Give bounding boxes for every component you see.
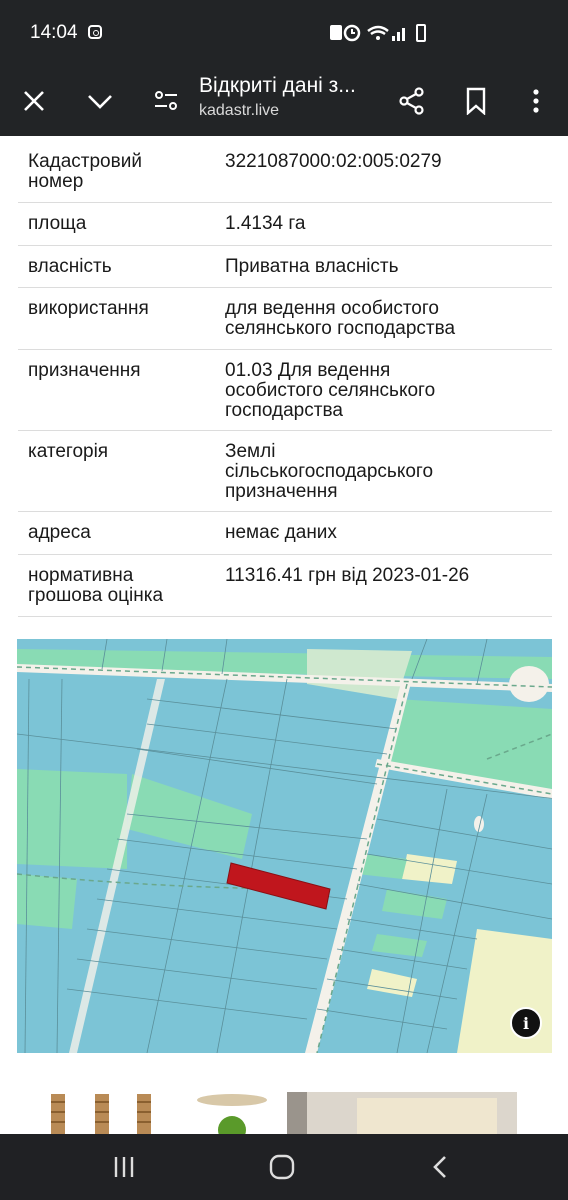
- parcel-info-table: Кадастровий номер 3221087000:02:005:0279…: [18, 140, 552, 617]
- instagram-icon: [88, 25, 102, 39]
- recent-apps-icon[interactable]: [84, 1134, 164, 1200]
- row-key: адреса: [28, 522, 91, 543]
- row-value: 01.03 Для ведення особистого селянського…: [225, 360, 436, 421]
- table-row: призначення 01.03 Для ведення особистого…: [18, 350, 552, 431]
- row-value: 11316.41 грн від 2023-01-26: [225, 565, 470, 586]
- share-icon[interactable]: [382, 66, 442, 136]
- row-key: призначення: [28, 360, 141, 381]
- home-icon[interactable]: [242, 1134, 322, 1200]
- bookmark-icon[interactable]: [446, 66, 506, 136]
- row-value: Приватна власність: [225, 256, 399, 277]
- row-key: власність: [28, 256, 112, 277]
- alarm-icon: [330, 22, 470, 49]
- page-url[interactable]: kadastr.live: [199, 102, 279, 120]
- back-icon[interactable]: [400, 1134, 480, 1200]
- browser-toolbar: Відкриті дані з... kadastr.live: [0, 66, 568, 136]
- status-bar: 14:04: [0, 0, 568, 66]
- more-icon[interactable]: [506, 66, 566, 136]
- settings-icon[interactable]: [136, 66, 196, 136]
- row-key: використання: [28, 298, 149, 319]
- row-value: немає даних: [225, 522, 337, 543]
- map-canvas[interactable]: [17, 639, 552, 1053]
- table-row: власність Приватна власність: [18, 246, 552, 288]
- table-row: нормативна грошова оцінка 11316.41 грн в…: [18, 555, 552, 617]
- table-row: Кадастровий номер 3221087000:02:005:0279: [18, 140, 552, 203]
- close-icon[interactable]: [4, 66, 64, 136]
- info-icon[interactable]: i: [510, 1007, 542, 1039]
- row-value: для ведення особистого селянського госпо…: [225, 298, 456, 339]
- chevron-down-icon[interactable]: [70, 66, 130, 136]
- page-title[interactable]: Відкриті дані з...: [199, 74, 356, 98]
- row-value: 1.4134 га: [225, 213, 306, 234]
- row-value: 3221087000:02:005:0279: [225, 151, 442, 172]
- system-nav-bar: [0, 1134, 568, 1200]
- row-key: категорія: [28, 441, 109, 462]
- ad-image[interactable]: [17, 1092, 517, 1136]
- cadastral-map[interactable]: i: [17, 639, 552, 1053]
- status-time: 14:04: [30, 22, 78, 43]
- row-value: Землі сільськогосподарського призначення: [225, 441, 434, 502]
- row-key: площа: [28, 213, 87, 234]
- table-row: використання для ведення особистого селя…: [18, 288, 552, 350]
- table-row: адреса немає даних: [18, 512, 552, 555]
- table-row: площа 1.4134 га: [18, 203, 552, 246]
- row-key: Кадастровий номер: [28, 151, 142, 192]
- ad-banner[interactable]: [17, 1092, 517, 1136]
- table-row: категорія Землі сільськогосподарського п…: [18, 431, 552, 512]
- battery-icon: [416, 24, 426, 42]
- row-key: нормативна грошова оцінка: [28, 565, 164, 606]
